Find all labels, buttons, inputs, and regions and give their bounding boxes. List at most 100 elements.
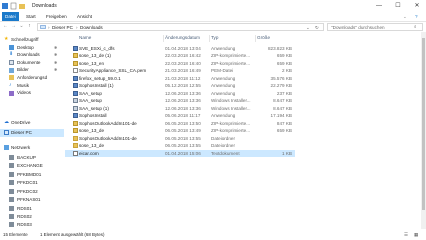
column-header-name[interactable]: Name (79, 35, 91, 42)
file-size: 659 KB (276, 53, 292, 58)
file-type: Dateiordner (211, 143, 236, 148)
nav-onedrive[interactable]: ☁ OneDrive (0, 119, 64, 127)
file-row[interactable]: SAA_setup (1) 12.06.2018 13:36 Windows Ins… (65, 105, 295, 113)
title-bar: Downloads — ☐ ✕ (0, 0, 426, 12)
file-size: 659 KB (276, 60, 292, 66)
nav-network-item[interactable]: RDS03 (0, 221, 64, 229)
nav-documents[interactable]: Dokumente ✱ (0, 59, 64, 67)
file-row[interactable]: SecurityAppliance_SSL_CA.pem 21.03.2018 1… (65, 67, 295, 75)
nav-this-pc[interactable]: Dieser PC (0, 129, 64, 137)
nav-label: Bilder (17, 67, 29, 73)
details-view-icon[interactable]: ☰ (404, 232, 408, 238)
tab-datei[interactable]: Datei (2, 12, 19, 21)
file-row[interactable]: sose_13_en 22.03.2018 16:40 ZIP-komprimier… (65, 60, 295, 68)
network-icon (4, 145, 9, 151)
file-row[interactable]: sose_13_de (1) 22.03.2018 16:42 ZIP-kompri… (65, 52, 295, 60)
nav-music[interactable]: ♪ Musik (0, 82, 64, 90)
nav-label: Netzwerk (11, 145, 31, 150)
address-bar[interactable]: › Dieser PC › Downloads ⌄ ↻ (37, 22, 324, 31)
maximize-button[interactable]: ☐ (389, 0, 407, 12)
file-name: SophosInstall (79, 113, 107, 118)
nav-network-item[interactable]: RDS02 (0, 213, 64, 221)
tab-freigeben[interactable]: Freigeben (43, 12, 70, 21)
file-type: Anwendung (211, 113, 236, 118)
column-divider[interactable] (255, 35, 256, 42)
txt-file-icon (73, 150, 78, 156)
file-date: 05.12.2018 12:55 (165, 83, 201, 88)
nav-network[interactable]: Netzwerk (0, 144, 64, 152)
file-row[interactable]: SophosInstall 05.06.2018 11:17 Anwendung 17… (65, 112, 295, 120)
file-row[interactable]: firefox_setup_59.0.1 21.03.2018 11:12 Anwe… (65, 75, 295, 83)
up-icon[interactable]: ↑ (26, 23, 33, 30)
computer-icon (9, 205, 14, 211)
file-row[interactable]: SVE_ESXi_c_dfs 01.04.2018 13:04 Anwendung 8… (65, 45, 295, 53)
file-row[interactable]: sose_13_de 06.05.2018 13:55 Dateiordner (65, 142, 295, 150)
file-name: SVE_ESXi_c_dfs (79, 45, 115, 51)
file-row[interactable]: sose_13_de 06.05.2018 13:49 ZIP-komprimier… (65, 127, 295, 135)
search-input[interactable]: "Downloads" durchsuchen ⌕ (327, 22, 423, 31)
tab-ansicht[interactable]: Ansicht (74, 12, 95, 21)
file-row[interactable]: SophosOutlookAddIn101-de 06.05.2018 13:50… (65, 120, 295, 128)
file-row[interactable]: SAA_setup 12.06.2018 13:36 Anwendung 237 KB (65, 90, 295, 98)
file-row[interactable]: eicar.com 01.04.2018 15:06 Textdokument 1 K… (65, 149, 295, 157)
file-date: 06.05.2018 13:50 (165, 120, 201, 126)
folder-file-icon (73, 143, 78, 149)
nav-network-item[interactable]: PFKDC01 (0, 179, 64, 187)
star-icon: ★ (4, 36, 9, 42)
file-date: 22.03.2018 16:40 (165, 60, 201, 66)
nav-quick-access[interactable]: ★ Schnellzugriff (0, 36, 64, 44)
file-date: 12.06.2018 13:36 (165, 90, 201, 96)
file-name: SophosOutlookAddIn101-de (79, 135, 137, 141)
column-header-size[interactable]: Größe (257, 35, 270, 42)
nav-desktop[interactable]: Desktop ✱ (0, 44, 64, 52)
computer-icon (9, 222, 14, 228)
nav-network-item[interactable]: EXCHANGE (0, 162, 64, 170)
breadcrumb-this-pc[interactable]: Dieser PC (52, 25, 73, 30)
tab-start[interactable]: Start (23, 12, 39, 21)
back-icon[interactable]: ← (2, 23, 9, 30)
forward-icon[interactable]: → (10, 23, 17, 30)
nav-downloads[interactable]: ⬇ Downloads ✱ (0, 51, 64, 59)
nav-network-item[interactable]: PFKDC02 (0, 188, 64, 196)
msi-file-icon (73, 105, 78, 111)
file-size: 35.576 KB (270, 75, 292, 81)
file-row[interactable]: SophosInstall (1) 05.12.2018 12:55 Anwendu… (65, 82, 295, 90)
nav-anforderungsd[interactable]: Anforderungsd (0, 74, 64, 82)
address-dropdown-icon[interactable]: ⌄ (306, 25, 310, 31)
folder-icon (9, 75, 14, 81)
file-name: sose_13_en (79, 60, 105, 66)
this-pc-icon (4, 130, 9, 136)
breadcrumb-downloads[interactable]: Downloads (80, 25, 103, 30)
file-type: Dateiordner (211, 135, 236, 141)
file-row[interactable]: SAA_setup 12.06.2018 13:36 Windows Install… (65, 97, 295, 105)
column-divider[interactable] (163, 35, 164, 42)
tiles-view-icon[interactable]: ▦ (414, 232, 418, 238)
column-header-date[interactable]: Änderungsdatum (165, 35, 200, 42)
pin-icon: ✱ (54, 52, 58, 58)
expand-ribbon-icon[interactable]: ⌄ (400, 12, 410, 21)
file-date: 05.06.2018 11:17 (165, 113, 201, 118)
minimize-button[interactable]: — (370, 0, 388, 12)
nav-pictures[interactable]: Bilder ✱ (0, 66, 64, 74)
file-row[interactable]: SophosOutlookAddIn101-de 06.05.2018 13:55… (65, 135, 295, 143)
nav-network-item[interactable]: PFKNAS01 (0, 196, 64, 204)
column-header-type[interactable]: Typ (211, 35, 218, 42)
address-row: ← → ⌄ ↑ › Dieser PC › Downloads ⌄ ↻ "Dow… (0, 21, 426, 32)
nav-videos[interactable]: Videos (0, 89, 64, 97)
nav-network-item[interactable]: RDS01 (0, 205, 64, 213)
nav-network-item[interactable]: BACKUP (0, 154, 64, 162)
scrollbar-thumb[interactable] (422, 38, 425, 210)
refresh-icon[interactable]: ↻ (315, 25, 319, 31)
file-size: 1 KB (282, 150, 292, 156)
quick-access-toolbar[interactable] (2, 2, 28, 10)
file-name: SAA_setup (1) (79, 105, 109, 111)
nav-label: EXCHANGE (17, 163, 43, 168)
search-icon: ⌕ (414, 24, 417, 29)
help-icon[interactable]: ? (412, 12, 421, 21)
nav-network-item[interactable]: PFKBMD01 (0, 171, 64, 179)
recent-locations-icon[interactable]: ⌄ (18, 23, 25, 30)
close-button[interactable]: ✕ (408, 0, 426, 12)
navigation-pane: ★ Schnellzugriff Desktop ✱ ⬇ Downloads ✱… (0, 36, 64, 229)
vertical-scrollbar[interactable] (421, 32, 426, 229)
column-divider[interactable] (209, 35, 210, 42)
